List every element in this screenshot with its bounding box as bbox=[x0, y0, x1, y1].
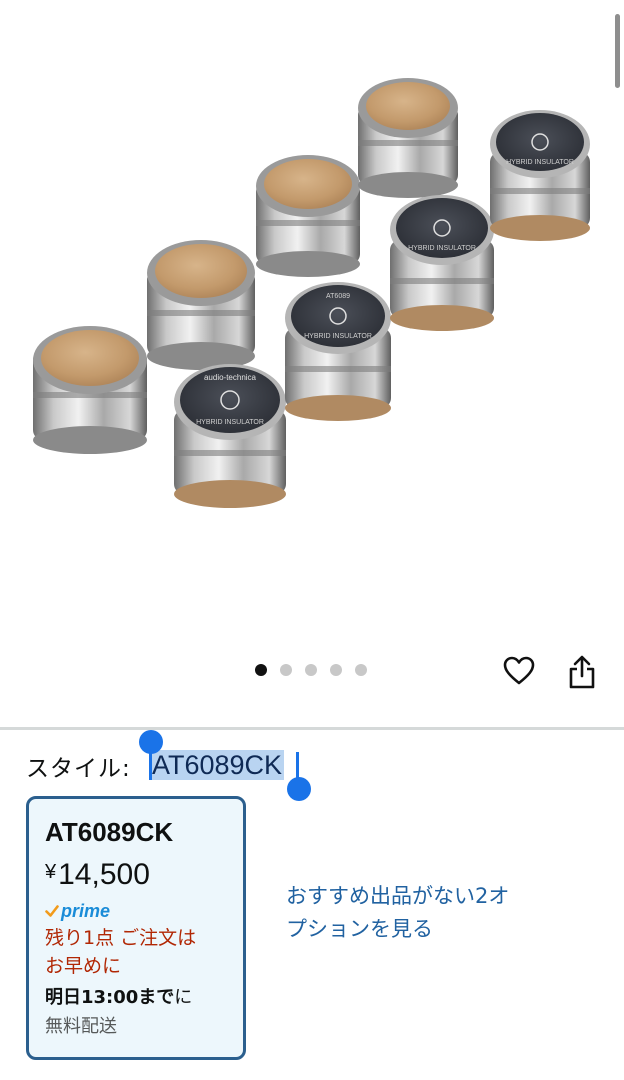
cork-foot bbox=[256, 155, 360, 277]
metal-cap-foot: audio-technica HYBRID INSULATOR bbox=[174, 364, 286, 508]
heart-icon bbox=[503, 656, 535, 685]
price-value: 14,500 bbox=[58, 858, 150, 891]
insulator-product-text: HYBRID INSULATOR bbox=[408, 245, 476, 252]
metal-cap-foot: HYBRID INSULATOR bbox=[390, 195, 494, 331]
share-icon bbox=[569, 655, 595, 689]
share-button[interactable] bbox=[563, 652, 601, 692]
pagination-dot-4[interactable] bbox=[330, 664, 342, 676]
style-selector-row: スタイル: AT6089CK bbox=[26, 748, 285, 784]
section-divider bbox=[0, 727, 624, 730]
option-title: AT6089CK bbox=[45, 817, 174, 847]
shipping-info: 無料配送 bbox=[45, 1016, 117, 1037]
prime-label: prime bbox=[61, 900, 111, 921]
insulator-product-text: HYBRID INSULATOR bbox=[196, 419, 264, 426]
prime-badge: prime bbox=[45, 900, 243, 922]
stock-warning: 残り1点 ご注文は お早めに bbox=[45, 924, 243, 980]
insulator-model-text: AT6089 bbox=[326, 293, 350, 300]
pagination-dot-1[interactable] bbox=[255, 664, 267, 676]
style-selected-value[interactable]: AT6089CK bbox=[150, 750, 285, 780]
cork-foot bbox=[147, 240, 255, 370]
image-pagination-dots[interactable] bbox=[255, 664, 367, 676]
stock-warning-line-2: お早めに bbox=[45, 955, 122, 977]
style-option-card[interactable]: AT6089CK ¥14,500 prime 残り1点 ご注文は お早めに 明日… bbox=[26, 796, 246, 1060]
option-price: ¥14,500 bbox=[45, 855, 243, 892]
metal-cap-foot: HYBRID INSULATOR AT6089 bbox=[285, 282, 391, 421]
metal-cap-foot: HYBRID INSULATOR bbox=[490, 110, 590, 241]
selection-handle-start[interactable] bbox=[139, 730, 163, 754]
pagination-dot-5[interactable] bbox=[355, 664, 367, 676]
stock-warning-line-1: 残り1点 ご注文は bbox=[45, 927, 197, 949]
product-image-gallery[interactable]: audio-technica HYBRID INSULATOR HYBRID I… bbox=[0, 0, 624, 726]
selection-handle-end[interactable] bbox=[287, 777, 311, 801]
selection-handle-start-stem bbox=[149, 750, 152, 780]
wishlist-button[interactable] bbox=[500, 652, 538, 690]
pagination-dot-2[interactable] bbox=[280, 664, 292, 676]
insulator-product-text: HYBRID INSULATOR bbox=[506, 159, 574, 166]
prime-check-icon bbox=[45, 905, 59, 917]
delivery-time: 明日13:00まで bbox=[45, 987, 175, 1008]
cork-foot bbox=[358, 78, 458, 198]
product-image[interactable]: audio-technica HYBRID INSULATOR HYBRID I… bbox=[0, 40, 624, 560]
delivery-estimate: 明日13:00までに bbox=[45, 984, 243, 1012]
style-label: スタイル: bbox=[26, 756, 131, 782]
cork-foot bbox=[33, 326, 147, 454]
insulator-brand-text: audio-technica bbox=[204, 373, 257, 382]
delivery-suffix: に bbox=[174, 987, 193, 1008]
other-options-link[interactable]: おすすめ出品がない2オプションを見る bbox=[286, 880, 518, 946]
pagination-dot-3[interactable] bbox=[305, 664, 317, 676]
currency-symbol: ¥ bbox=[45, 861, 57, 883]
insulator-product-text: HYBRID INSULATOR bbox=[304, 333, 372, 340]
